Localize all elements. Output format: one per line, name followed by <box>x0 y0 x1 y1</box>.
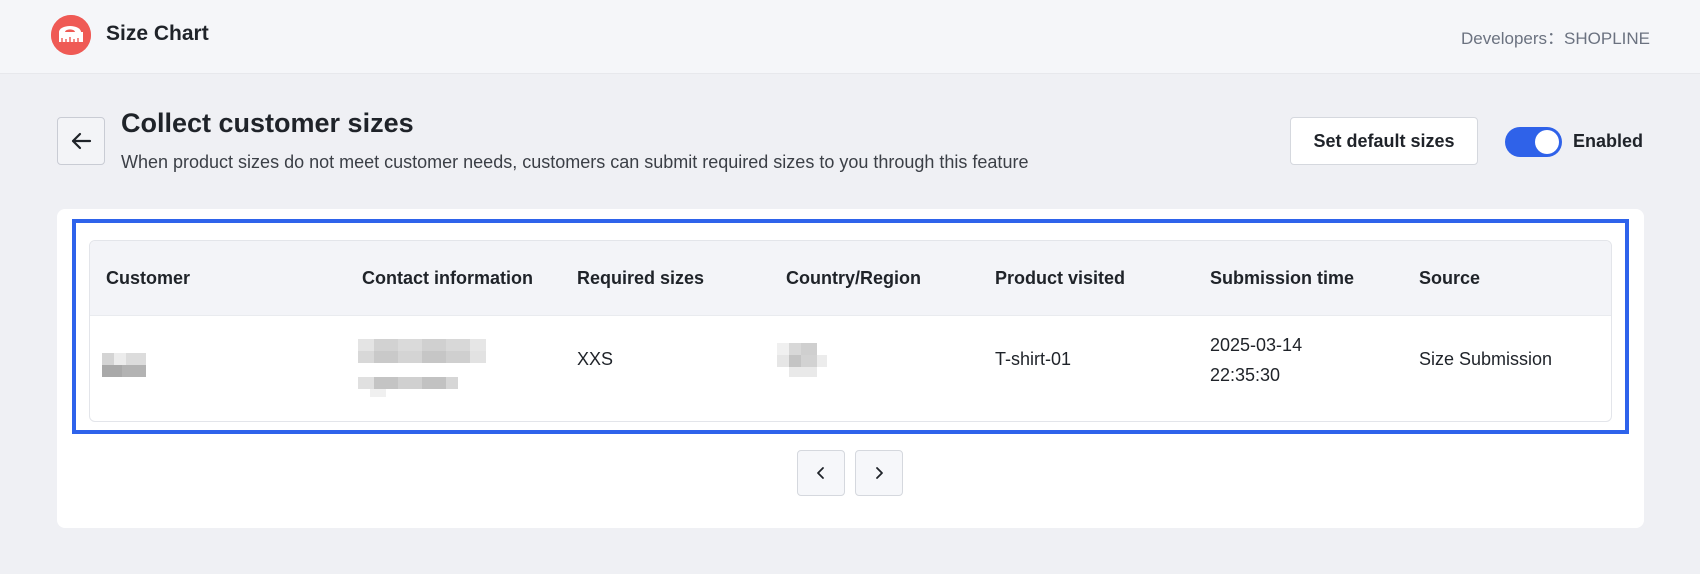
page-title: Collect customer sizes <box>121 108 414 138</box>
previous-page-button[interactable] <box>797 450 845 496</box>
arrow-left-icon <box>71 132 92 150</box>
chevron-left-icon <box>817 467 824 479</box>
next-page-button[interactable] <box>855 450 903 496</box>
page-subtitle: When product sizes do not meet customer … <box>121 152 1029 172</box>
table-highlight-frame <box>72 219 1629 434</box>
top-bar: Size Chart Developers：SHOPLINE <box>0 0 1700 74</box>
developer-info: Developers：SHOPLINE <box>1461 29 1650 48</box>
toggle-knob <box>1535 130 1559 154</box>
back-button[interactable] <box>57 117 105 165</box>
size-chart-logo-icon <box>51 15 91 55</box>
set-default-sizes-button[interactable]: Set default sizes <box>1290 117 1478 165</box>
toggle-label: Enabled <box>1573 131 1644 151</box>
enabled-toggle[interactable] <box>1505 127 1562 157</box>
chevron-right-icon <box>876 467 883 479</box>
app-name: Size Chart <box>106 22 209 45</box>
